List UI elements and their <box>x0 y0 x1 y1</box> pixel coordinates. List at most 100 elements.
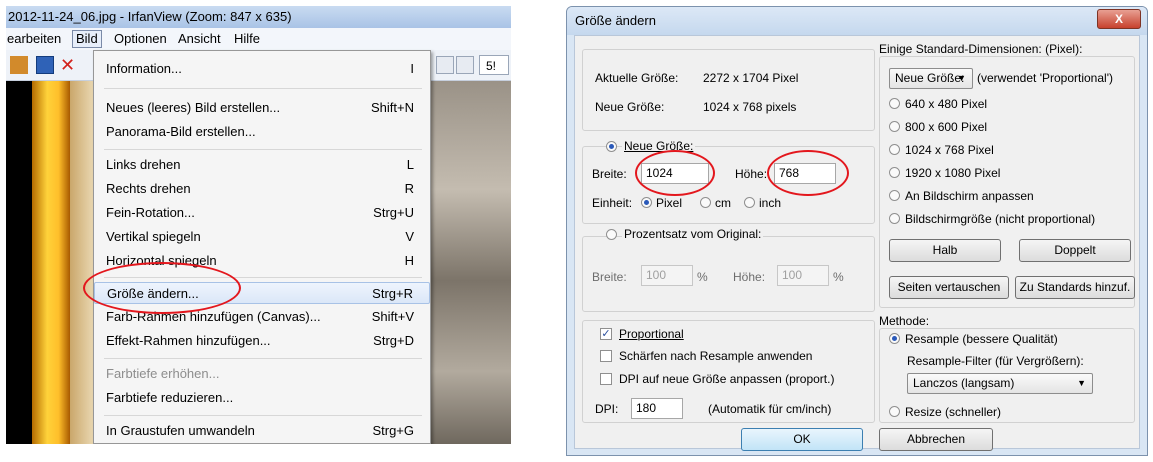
percent-radio[interactable] <box>606 229 617 240</box>
std-label-fit-screen: An Bildschirm anpassen <box>905 189 1034 203</box>
close-button[interactable]: X <box>1097 9 1141 29</box>
resample-label: Resample (bessere Qualität) <box>905 332 1058 346</box>
percent-breite-input[interactable]: 100 <box>641 265 693 286</box>
percent-hoehe-input[interactable]: 100 <box>777 265 829 286</box>
irfanview-window: 2012-11-24_06.jpg - IrfanView (Zoom: 847… <box>6 6 511 444</box>
breite-label: Breite: <box>592 167 627 181</box>
page-icon[interactable] <box>436 56 454 74</box>
std-radio-fit-screen[interactable] <box>889 190 900 201</box>
dialog-body: Aktuelle Größe: 2272 x 1704 Pixel Neue G… <box>574 35 1140 451</box>
bild-menu-dropdown: Information... I Neues (leeres) Bild erst… <box>93 50 431 444</box>
dpi-checkbox[interactable] <box>600 373 612 385</box>
open-icon[interactable] <box>10 56 28 74</box>
menu-item-neues-bild[interactable]: Neues (leeres) Bild erstellen... Shift+N <box>94 97 430 119</box>
dpi-checkbox-label: DPI auf neue Größe anpassen (proport.) <box>619 372 835 386</box>
std-radio-1920[interactable] <box>889 167 900 178</box>
proportional-checkbox[interactable]: ✓ <box>600 328 612 340</box>
menu-bearbeiten[interactable]: earbeiten <box>7 28 61 50</box>
current-size-value: 2272 x 1704 Pixel <box>703 71 799 85</box>
zu-standards-button[interactable]: Zu Standards hinzuf. <box>1015 276 1135 299</box>
einheit-label: Einheit: <box>592 196 633 210</box>
menu-bild[interactable]: Bild <box>72 30 102 48</box>
download-icon[interactable] <box>456 56 474 74</box>
ok-button[interactable]: OK <box>741 428 863 451</box>
menu-item-graustufen[interactable]: In Graustufen umwandeln Strg+G <box>94 420 430 442</box>
menu-item-farbtiefe-reduzieren[interactable]: Farbtiefe reduzieren... <box>94 387 430 409</box>
highlight-ellipse <box>635 150 715 196</box>
menu-bar: earbeiten Bild Optionen Ansicht Hilfe <box>6 28 511 50</box>
std-size-select[interactable]: Neue Größe: ▼ <box>889 68 973 89</box>
percent-hoehe-label: Höhe: <box>733 270 766 284</box>
hoehe-label: Höhe: <box>735 167 768 181</box>
new-size-radio[interactable] <box>606 141 617 152</box>
window-title: 2012-11-24_06.jpg - IrfanView (Zoom: 847… <box>6 6 511 28</box>
menu-item-links-drehen[interactable]: Links drehen L <box>94 154 430 176</box>
size-info-group <box>582 49 875 131</box>
doppelt-button[interactable]: Doppelt <box>1019 239 1131 262</box>
percent-breite-label: Breite: <box>592 270 627 284</box>
seiten-vertauschen-button[interactable]: Seiten vertauschen <box>889 276 1009 299</box>
resize-label: Resize (schneller) <box>905 405 1002 419</box>
menu-separator <box>104 149 422 150</box>
unit-cm-label: cm <box>715 196 731 210</box>
std-dims-label: Einige Standard-Dimensionen: (Pixel): <box>879 42 1083 56</box>
menu-item-farbtiefe-erhoehen: Farbtiefe erhöhen... <box>106 366 220 381</box>
menu-item-vertikal-spiegeln[interactable]: Vertikal spiegeln V <box>94 226 430 248</box>
menu-separator <box>104 415 422 416</box>
std-dims-group <box>879 56 1135 308</box>
menu-item-effekt-rahmen[interactable]: Effekt-Rahmen hinzufügen... Strg+D <box>94 330 430 352</box>
std-label-1024: 1024 x 768 Pixel <box>905 143 994 157</box>
save-icon[interactable] <box>36 56 54 74</box>
resize-dialog: Größe ändern X Aktuelle Größe: 2272 x 17… <box>566 6 1148 456</box>
std-radio-screen-size[interactable] <box>889 213 900 224</box>
std-radio-1024[interactable] <box>889 144 900 155</box>
unit-cm-radio[interactable] <box>700 197 711 208</box>
resize-radio[interactable] <box>889 406 900 417</box>
percent-radio-label: Prozentsatz vom Original: <box>622 227 764 241</box>
menu-item-information[interactable]: Information... I <box>94 58 430 80</box>
proportional-label: Proportional <box>619 327 684 341</box>
std-radio-800[interactable] <box>889 121 900 132</box>
image-yellow-strip <box>32 81 70 444</box>
dpi-note: (Automatik für cm/inch) <box>708 402 832 416</box>
filter-select[interactable]: Lanczos (langsam) ▼ <box>907 373 1093 394</box>
highlight-ellipse <box>83 262 241 314</box>
unit-pixel-radio[interactable] <box>641 197 652 208</box>
schaerfen-checkbox[interactable] <box>600 350 612 362</box>
zoom-field[interactable]: 5! <box>479 55 509 75</box>
new-size-value: 1024 x 768 pixels <box>703 100 797 114</box>
abbrechen-button[interactable]: Abbrechen <box>879 428 993 451</box>
delete-icon[interactable]: ✕ <box>60 56 78 74</box>
menu-optionen[interactable]: Optionen <box>114 28 167 50</box>
menu-ansicht[interactable]: Ansicht <box>178 28 221 50</box>
std-label-screen-size: Bildschirmgröße (nicht proportional) <box>905 212 1096 226</box>
halb-button[interactable]: Halb <box>889 239 1001 262</box>
chevron-down-icon: ▼ <box>1077 378 1086 388</box>
highlight-ellipse <box>767 150 849 196</box>
filter-label: Resample-Filter (für Vergrößern): <box>907 354 1084 368</box>
unit-pixel-label: Pixel <box>656 196 683 210</box>
percent-symbol: % <box>833 270 844 284</box>
dpi-label: DPI: <box>595 402 619 416</box>
unit-inch-radio[interactable] <box>744 197 755 208</box>
schaerfen-label: Schärfen nach Resample anwenden <box>619 349 813 363</box>
methode-label: Methode: <box>879 314 930 328</box>
percent-symbol: % <box>697 270 708 284</box>
menu-separator <box>104 358 422 359</box>
dpi-input[interactable]: 180 <box>631 398 683 419</box>
menu-item-rechts-drehen[interactable]: Rechts drehen R <box>94 178 430 200</box>
menu-item-panorama[interactable]: Panorama-Bild erstellen... <box>94 121 430 143</box>
menu-item-fein-rotation[interactable]: Fein-Rotation... Strg+U <box>94 202 430 224</box>
std-label-640: 640 x 480 Pixel <box>905 97 988 111</box>
resample-radio[interactable] <box>889 333 900 344</box>
std-label-800: 800 x 600 Pixel <box>905 120 988 134</box>
std-select-note: (verwendet 'Proportional') <box>977 71 1113 85</box>
menu-hilfe[interactable]: Hilfe <box>234 28 260 50</box>
unit-inch-label: inch <box>759 196 782 210</box>
std-radio-640[interactable] <box>889 98 900 109</box>
std-label-1920: 1920 x 1080 Pixel <box>905 166 1001 180</box>
dialog-title: Größe ändern <box>567 7 1147 35</box>
new-size-label: Neue Größe: <box>595 100 665 114</box>
chevron-down-icon: ▼ <box>957 73 966 83</box>
current-size-label: Aktuelle Größe: <box>595 71 679 85</box>
